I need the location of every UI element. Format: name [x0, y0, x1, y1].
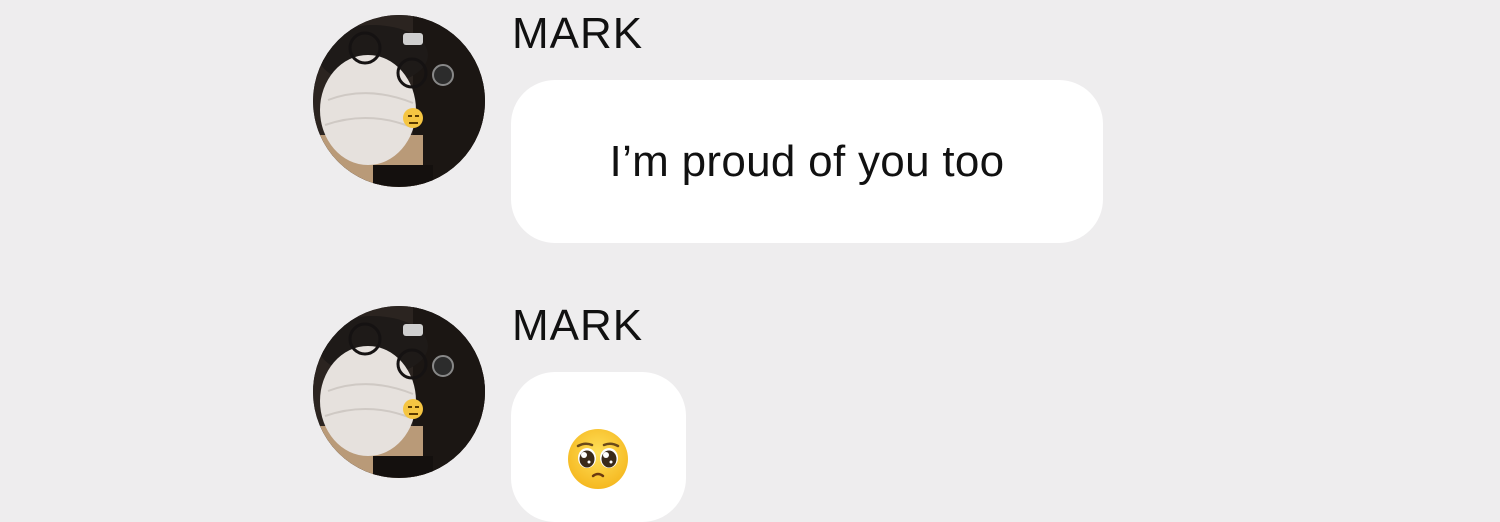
- sender-name: MARK: [512, 301, 644, 350]
- avatar[interactable]: [313, 306, 485, 478]
- profile-photo-icon: [313, 306, 485, 478]
- pleading-face-emoji-icon: [567, 428, 629, 495]
- message-row: MARK: [0, 0, 1500, 522]
